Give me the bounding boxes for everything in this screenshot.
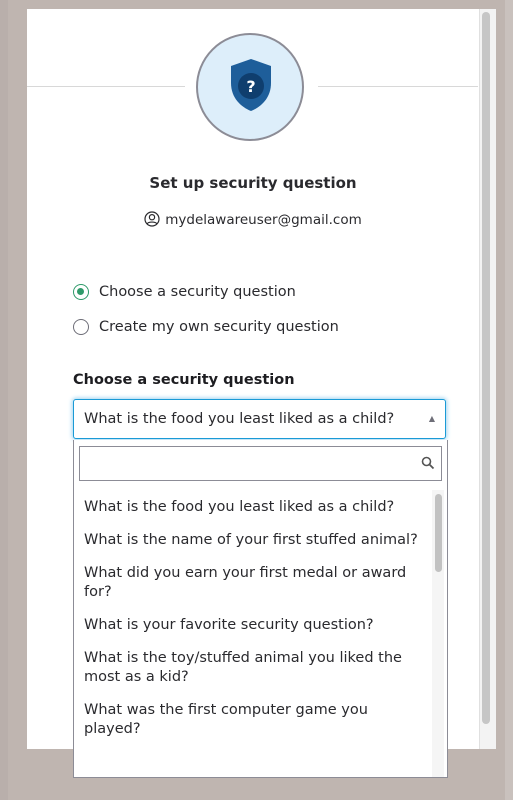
options-list: What is the food you least liked as a ch…	[74, 492, 429, 747]
radio-label: Choose a security question	[99, 284, 296, 300]
header-divider-left	[27, 86, 185, 87]
identity-email: mydelawareuser@gmail.com	[165, 212, 362, 228]
question-select[interactable]: What is the food you least liked as a ch…	[73, 399, 446, 439]
identity-row: mydelawareuser@gmail.com	[27, 211, 479, 228]
select-value: What is the food you least liked as a ch…	[84, 411, 395, 427]
caret-up-icon: ▲	[428, 414, 435, 423]
shield-question-icon: ?	[231, 59, 271, 111]
list-item[interactable]: What is the name of your first stuffed a…	[74, 525, 429, 558]
radio-create-question[interactable]: Create my own security question	[73, 319, 339, 335]
list-item[interactable]: What is the food you least liked as a ch…	[74, 492, 429, 525]
dropdown-scrollbar-thumb[interactable]	[435, 494, 442, 572]
radio-button-unchecked[interactable]	[73, 319, 89, 335]
list-item[interactable]: What is your favorite security question?	[74, 610, 429, 643]
list-item[interactable]: What was the first computer game you pla…	[74, 695, 429, 747]
list-item[interactable]: What is the toy/stuffed animal you liked…	[74, 643, 429, 695]
question-field-label: Choose a security question	[73, 372, 295, 388]
radio-choose-question[interactable]: Choose a security question	[73, 284, 296, 300]
svg-text:?: ?	[246, 77, 255, 96]
dropdown-search-input[interactable]	[79, 446, 442, 481]
user-circle-icon	[144, 211, 160, 227]
page-title: Set up security question	[149, 174, 357, 192]
radio-label: Create my own security question	[99, 319, 339, 335]
search-icon	[421, 456, 435, 470]
page-scrollbar-thumb[interactable]	[482, 12, 490, 724]
radio-button-checked[interactable]	[73, 284, 89, 300]
header-divider-right	[318, 86, 478, 87]
list-item[interactable]: What did you earn your first medal or aw…	[74, 558, 429, 610]
question-dropdown: What is the food you least liked as a ch…	[73, 440, 448, 778]
